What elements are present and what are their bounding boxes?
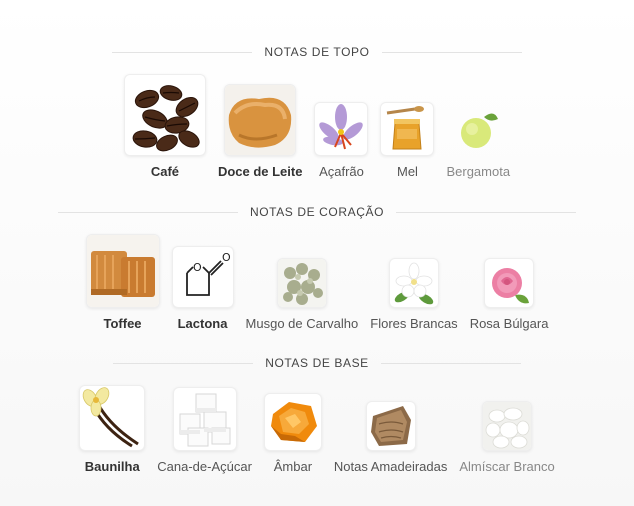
note-item[interactable]: Bergamota — [446, 102, 510, 180]
amber-stone-icon — [263, 393, 322, 451]
fragrance-notes-panel: NOTAS DE TOPO Café Doce de Leite Açafrão… — [0, 0, 634, 506]
note-item[interactable]: Mel — [380, 102, 435, 180]
white-flowers-icon — [388, 258, 439, 308]
section-title: NOTAS DE BASE — [265, 356, 369, 370]
lactone-molecule-icon: O O — [171, 246, 234, 308]
divider — [57, 211, 238, 213]
honey-jar-icon — [380, 102, 435, 156]
oakmoss-icon — [276, 258, 327, 308]
note-item[interactable]: Café — [123, 74, 206, 180]
top-notes-row: Café Doce de Leite Açafrão Mel Bergamota — [0, 74, 634, 180]
note-label: Âmbar — [273, 459, 313, 474]
note-label: Cana-de-Açúcar — [157, 459, 252, 474]
divider — [381, 51, 522, 53]
divider — [396, 211, 577, 213]
vanilla-icon — [79, 385, 146, 451]
note-item[interactable]: Cana-de-Açúcar — [157, 387, 252, 475]
base-notes-row: Baunilha Cana-de-Açúcar Âmbar Notas Amad… — [0, 385, 634, 475]
note-item[interactable]: Âmbar — [263, 393, 322, 475]
section-title: NOTAS DE TOPO — [264, 45, 370, 59]
toffee-icon — [85, 234, 160, 308]
section-title: NOTAS DE CORAÇÃO — [249, 205, 385, 219]
note-item[interactable]: Notas Amadeiradas — [334, 401, 447, 475]
note-item[interactable]: Rosa Búlgara — [469, 258, 549, 332]
note-label: Café — [150, 164, 180, 179]
sugar-cubes-icon — [172, 387, 237, 451]
svg-text:O: O — [193, 261, 202, 274]
note-label: Mel — [396, 164, 418, 179]
coffee-beans-icon — [123, 74, 206, 156]
note-item[interactable]: Flores Brancas — [370, 258, 458, 332]
divider — [113, 362, 254, 364]
note-label: Baunilha — [84, 459, 140, 474]
note-item[interactable]: Baunilha — [79, 385, 146, 475]
section-heading-top: NOTAS DE TOPO — [0, 43, 634, 61]
note-label: Açafrão — [319, 164, 364, 179]
section-heading-base: NOTAS DE BASE — [0, 354, 634, 372]
bergamot-fruit-icon — [451, 102, 505, 156]
divider — [112, 51, 253, 53]
svg-text:O: O — [222, 251, 231, 264]
heart-notes-row: Toffee O O Lactona Musgo de Carvalho Flo… — [0, 234, 634, 332]
white-musk-icon — [482, 401, 533, 451]
note-label: Flores Brancas — [370, 316, 458, 331]
note-item[interactable]: Açafrão — [314, 102, 369, 180]
note-item[interactable]: Musgo de Carvalho — [245, 258, 359, 332]
note-item[interactable]: Almíscar Branco — [459, 401, 555, 475]
note-label: Rosa Búlgara — [469, 316, 549, 331]
note-label: Musgo de Carvalho — [245, 316, 359, 331]
note-item[interactable]: O O Lactona — [171, 246, 234, 332]
divider — [380, 362, 521, 364]
saffron-flower-icon — [314, 102, 369, 156]
pink-rose-icon — [484, 258, 535, 308]
note-label: Bergamota — [446, 164, 511, 179]
section-heading-heart: NOTAS DE CORAÇÃO — [0, 203, 634, 221]
dulce-de-leche-icon — [224, 84, 297, 156]
note-label: Doce de Leite — [217, 164, 303, 179]
note-label: Almíscar Branco — [459, 459, 555, 474]
note-label: Lactona — [177, 316, 228, 331]
note-item[interactable]: Doce de Leite — [217, 84, 303, 180]
note-item[interactable]: Toffee — [85, 234, 160, 332]
wood-icon — [365, 401, 416, 451]
note-label: Notas Amadeiradas — [333, 459, 448, 474]
note-label: Toffee — [103, 316, 142, 331]
